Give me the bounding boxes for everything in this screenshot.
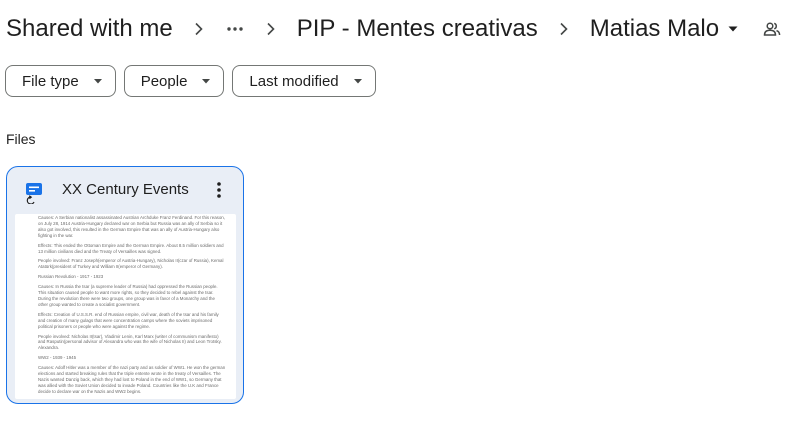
more-vertical-icon[interactable]	[209, 180, 229, 200]
shared-people-icon[interactable]	[763, 20, 781, 38]
preview-paragraph: Effects: This ended the Ottoman Empire a…	[38, 242, 224, 254]
file-type-filter-label: File type	[22, 72, 79, 90]
caret-down-icon	[353, 76, 363, 86]
caret-down-icon	[93, 76, 103, 86]
last-modified-filter-label: Last modified	[249, 72, 339, 90]
chevron-right-icon	[264, 22, 278, 36]
google-docs-icon	[26, 183, 42, 204]
chevron-right-icon	[192, 22, 206, 36]
preview-paragraph: Causes: Adolf Hitler was a member of the…	[38, 365, 226, 394]
current-folder-label: Matias Malo	[589, 15, 720, 42]
breadcrumb: Shared with me PIP - Mentes creativas Ma…	[6, 12, 739, 46]
preview-paragraph: Russian Revolution - 1917 - 1923	[38, 274, 104, 280]
preview-paragraph: Causes: In Russia the tsar (a supreme le…	[38, 284, 218, 307]
breadcrumb-folder[interactable]: PIP - Mentes creativas	[297, 12, 538, 46]
breadcrumb-current-folder[interactable]: Matias Malo	[590, 15, 739, 43]
preview-paragraph: Effects: Creation of U.S.S.R. end of Rus…	[38, 311, 219, 329]
files-section-label: Files	[6, 131, 36, 147]
last-modified-filter[interactable]: Last modified	[232, 65, 376, 97]
caret-down-icon	[727, 23, 739, 35]
file-card-header: XX Century Events	[7, 167, 243, 214]
breadcrumb-shared-with-me[interactable]: Shared with me	[6, 12, 173, 46]
filter-chips: File type People Last modified	[5, 65, 376, 97]
file-title: XX Century Events	[62, 181, 189, 198]
caret-down-icon	[201, 76, 211, 86]
chevron-right-icon	[557, 22, 571, 36]
file-card[interactable]: XX Century Events Causes: A Serbian nati…	[6, 166, 244, 404]
people-filter[interactable]: People	[123, 65, 225, 97]
preview-paragraph: WW2 - 1939 - 1945	[38, 355, 77, 361]
file-preview-thumbnail: Causes: A Serbian nationalist assassinat…	[15, 214, 236, 399]
preview-paragraph: People involved: Franz Joseph(emperor of…	[38, 258, 224, 270]
more-horizontal-icon[interactable]	[225, 19, 245, 39]
people-filter-label: People	[140, 72, 188, 90]
preview-paragraph: Causes: A Serbian nationalist assassinat…	[38, 215, 225, 238]
file-type-filter[interactable]: File type	[5, 65, 116, 97]
preview-paragraph: People involved: Nicholas II(tsar), Vlad…	[38, 333, 222, 351]
